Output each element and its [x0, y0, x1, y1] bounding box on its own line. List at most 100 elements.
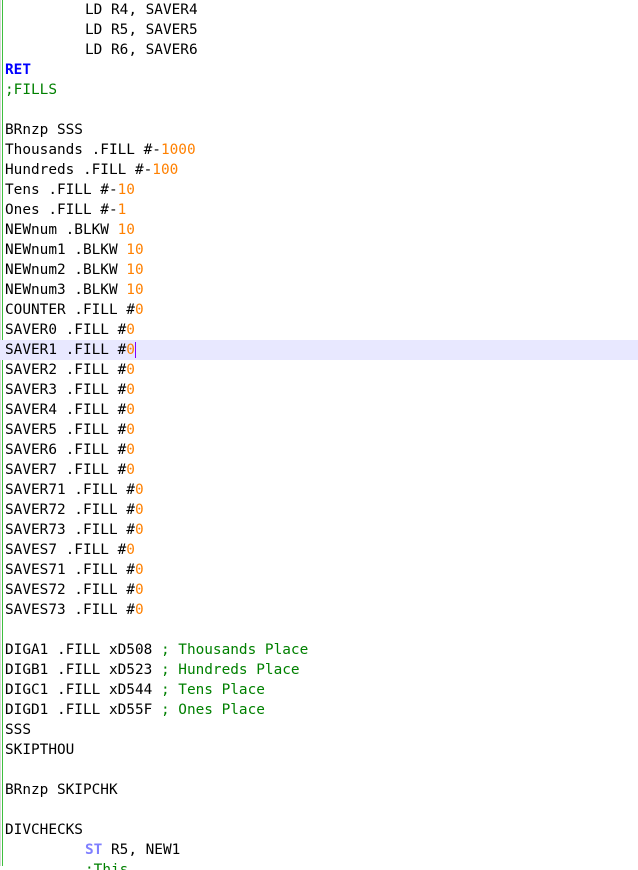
code-text: LD R5, SAVER5 [85, 22, 198, 38]
code-text: DIGD1 .FILL xD55F [5, 702, 161, 718]
code-text: SAVER3 .FILL # [5, 382, 127, 398]
code-text: Tens .FILL #- [5, 182, 118, 198]
code-text: SAVES72 .FILL # [5, 582, 135, 598]
code-line[interactable]: SAVER71 .FILL #0 [0, 480, 638, 500]
number-literal: 100 [152, 162, 179, 178]
code-text: SAVER0 .FILL # [5, 322, 127, 338]
code-line[interactable]: Thousands .FILL #-1000 [0, 140, 638, 160]
code-line[interactable]: Hundreds .FILL #-100 [0, 160, 638, 180]
code-line[interactable]: NEWnum3 .BLKW 10 [0, 280, 638, 300]
code-editor[interactable]: LD R4, SAVER4 LD R5, SAVER5 LD R6, SAVER6 R… [0, 0, 638, 870]
comment-token: ; Thousands Place [160, 642, 309, 658]
code-line[interactable]: SAVER6 .FILL #0 [0, 440, 638, 460]
code-line[interactable]: DIGD1 .FILL xD55F ; Ones Place [0, 700, 638, 720]
current-code-line[interactable]: SAVER1 .FILL #0 [0, 340, 638, 360]
code-line[interactable]: SAVER4 .FILL #0 [0, 400, 638, 420]
code-line[interactable]: SAVES73 .FILL #0 [0, 600, 638, 620]
code-line[interactable]: ST R5, NEW1 [0, 840, 638, 860]
code-line[interactable]: LD R5, SAVER5 [0, 20, 638, 40]
code-line[interactable]: Tens .FILL #-10 [0, 180, 638, 200]
comment-token: ; Ones Place [160, 702, 265, 718]
code-line[interactable]: SAVER5 .FILL #0 [0, 420, 638, 440]
comment-token: ; Hundreds Place [160, 662, 300, 678]
code-line[interactable]: SSS [0, 720, 638, 740]
code-line[interactable]: DIGB1 .FILL xD523 ; Hundreds Place [0, 660, 638, 680]
code-line[interactable]: BRnzp SKIPCHK [0, 780, 638, 800]
comment-token: ;FILLS [5, 82, 57, 98]
code-line[interactable]: SAVES7 .FILL #0 [0, 540, 638, 560]
number-literal: 0 [126, 442, 135, 458]
code-text: SAVER2 .FILL # [5, 362, 127, 378]
code-text: LD R6, SAVER6 [85, 42, 198, 58]
code-line[interactable] [0, 620, 638, 640]
code-line[interactable]: SAVER73 .FILL #0 [0, 520, 638, 540]
code-text: SAVER1 .FILL # [5, 342, 127, 358]
code-text: SAVES73 .FILL # [5, 602, 135, 618]
code-line[interactable]: COUNTER .FILL #0 [0, 300, 638, 320]
code-line[interactable]: Ones .FILL #-1 [0, 200, 638, 220]
number-literal: 0 [126, 402, 135, 418]
code-line[interactable]: SAVER3 .FILL #0 [0, 380, 638, 400]
code-line[interactable]: NEWnum .BLKW 10 [0, 220, 638, 240]
code-line[interactable]: NEWnum2 .BLKW 10 [0, 260, 638, 280]
number-literal: 0 [126, 542, 135, 558]
number-literal: 0 [134, 482, 144, 498]
code-text: SAVES71 .FILL # [5, 562, 135, 578]
number-literal: 0 [126, 342, 135, 358]
number-literal: 0 [126, 322, 135, 338]
code-line[interactable]: SAVER0 .FILL #0 [0, 320, 638, 340]
code-text: DIVCHECKS [5, 822, 83, 838]
number-literal: 0 [126, 362, 135, 378]
number-literal: 10 [126, 262, 144, 278]
code-line[interactable] [0, 100, 638, 120]
code-text: Ones .FILL #- [5, 202, 118, 218]
code-line[interactable]: DIGC1 .FILL xD544 ; Tens Place [0, 680, 638, 700]
code-line[interactable]: DIGA1 .FILL xD508 ; Thousands Place [0, 640, 638, 660]
code-line[interactable]: SAVES72 .FILL #0 [0, 580, 638, 600]
code-text: SAVER71 .FILL # [5, 482, 135, 498]
code-line[interactable]: LD R4, SAVER4 [0, 0, 638, 20]
code-line[interactable]: LD R6, SAVER6 [0, 40, 638, 60]
code-text: NEWnum2 .BLKW [5, 262, 127, 278]
code-line[interactable] [0, 800, 638, 820]
code-text: SAVER4 .FILL # [5, 402, 127, 418]
code-line[interactable]: ;FILLS [0, 80, 638, 100]
number-literal: 0 [126, 422, 135, 438]
code-line[interactable]: SAVER72 .FILL #0 [0, 500, 638, 520]
code-text: COUNTER .FILL # [5, 302, 135, 318]
code-text: BRnzp SSS [5, 122, 83, 138]
number-literal: 10 [117, 182, 135, 198]
code-line[interactable]: SAVES71 .FILL #0 [0, 560, 638, 580]
code-text: Thousands .FILL #- [5, 142, 161, 158]
code-text: LD R4, SAVER4 [85, 2, 198, 18]
code-line[interactable]: DIVCHECKS [0, 820, 638, 840]
code-line[interactable]: ;This... [0, 860, 638, 870]
code-text: NEWnum .BLKW [5, 222, 118, 238]
code-text: SAVER72 .FILL # [5, 502, 135, 518]
code-area[interactable]: LD R4, SAVER4 LD R5, SAVER5 LD R6, SAVER6 R… [0, 0, 638, 870]
code-line[interactable] [0, 760, 638, 780]
number-literal: 0 [134, 582, 144, 598]
number-literal: 10 [126, 242, 144, 258]
code-line[interactable]: NEWnum1 .BLKW 10 [0, 240, 638, 260]
number-literal: 0 [134, 602, 144, 618]
number-literal: 0 [126, 382, 135, 398]
code-text: SAVER7 .FILL # [5, 462, 127, 478]
number-literal: 10 [117, 222, 135, 238]
code-line[interactable]: SKIPTHOU [0, 740, 638, 760]
code-line[interactable]: SAVER7 .FILL #0 [0, 460, 638, 480]
code-text: DIGA1 .FILL xD508 [5, 642, 161, 658]
code-text: SAVES7 .FILL # [5, 542, 127, 558]
number-literal: 0 [126, 462, 135, 478]
instruction-token: ST [85, 842, 103, 858]
code-line[interactable]: BRnzp SSS [0, 120, 638, 140]
code-text: SAVER6 .FILL # [5, 442, 127, 458]
code-line[interactable]: SAVER2 .FILL #0 [0, 360, 638, 380]
number-literal: 0 [134, 562, 144, 578]
code-text: BRnzp SKIPCHK [5, 782, 118, 798]
number-literal: 0 [134, 302, 144, 318]
comment-token: ; Tens Place [160, 682, 265, 698]
text-cursor [134, 342, 136, 358]
code-line[interactable]: RET [0, 60, 638, 80]
number-literal: 1000 [160, 142, 196, 158]
